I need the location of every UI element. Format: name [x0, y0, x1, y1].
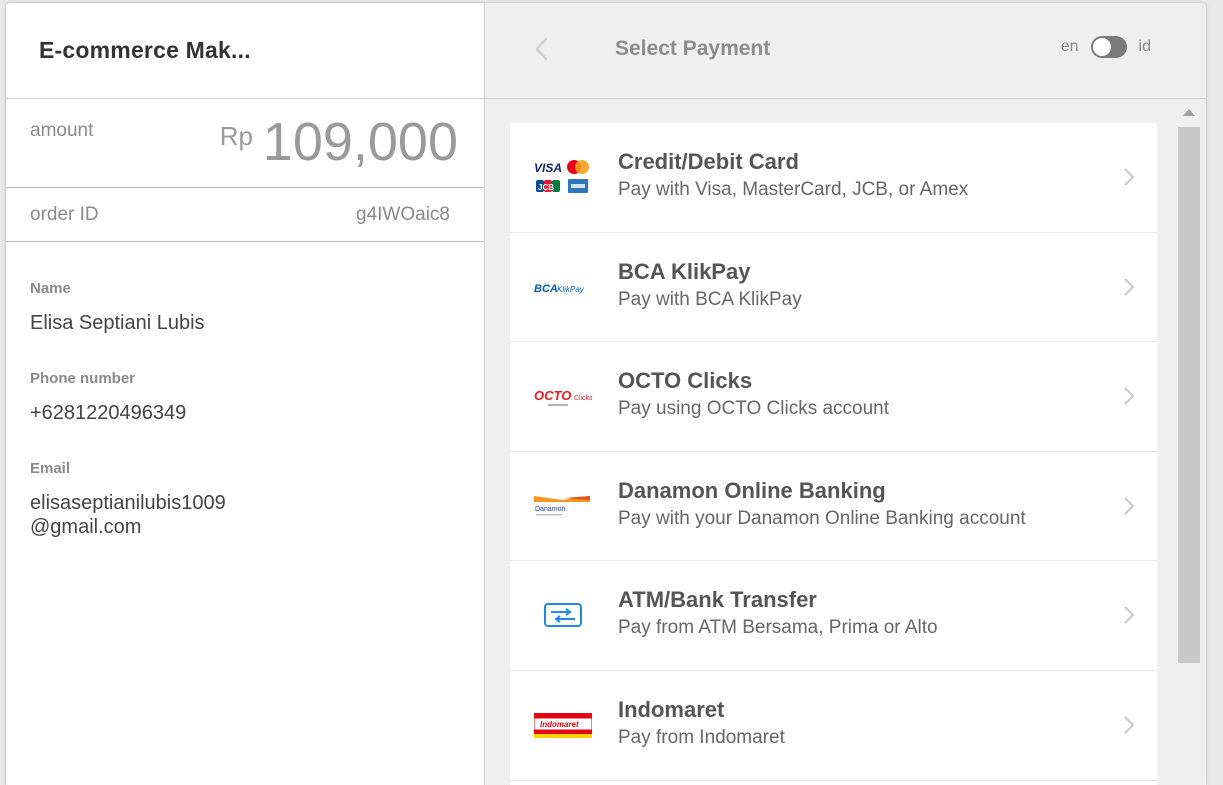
- order-id-row: order ID g4IWOaic8: [6, 188, 484, 242]
- chevron-right-icon: [1124, 716, 1135, 734]
- chevron-right-icon: [1124, 387, 1135, 405]
- payment-option-octo-clicks[interactable]: OCTO Clicks OCTO Clicks Pay using OCTO C…: [510, 342, 1157, 452]
- back-chevron-icon[interactable]: [532, 33, 552, 65]
- payment-method-list: VISA JCB Credit/Debit Card Pay with Visa…: [510, 123, 1157, 785]
- svg-text:Indomaret: Indomaret: [540, 720, 579, 729]
- payment-option-danamon[interactable]: Danamon Danamon Online Banking Pay with …: [510, 452, 1157, 562]
- scrollbar-thumb[interactable]: [1178, 127, 1200, 663]
- customer-phone: +6281220496349: [30, 402, 187, 424]
- octo-clicks-logo: OCTO Clicks: [534, 376, 592, 416]
- payment-option-desc: Pay with BCA KlikPay: [618, 288, 802, 310]
- amount-row: amount Rp 109,000: [6, 99, 484, 188]
- payment-option-bca-klikpay[interactable]: BCA KlikPay BCA KlikPay Pay with BCA Kli…: [510, 233, 1157, 343]
- payment-option-desc: Pay using OCTO Clicks account: [618, 398, 890, 420]
- page-title: Select Payment: [615, 37, 771, 60]
- svg-text:Danamon: Danamon: [535, 506, 565, 513]
- chevron-right-icon: [1124, 168, 1135, 186]
- toggle-knob: [1092, 38, 1111, 56]
- payment-option-partial[interactable]: [510, 781, 1157, 785]
- lang-id-label[interactable]: id: [1139, 38, 1151, 56]
- amount-label: amount: [30, 120, 94, 141]
- payment-option-title: Indomaret: [618, 696, 725, 722]
- scrollbar[interactable]: [1178, 99, 1200, 785]
- payment-option-title: Danamon Online Banking: [618, 477, 886, 503]
- payment-option-desc: Pay with Visa, MasterCard, JCB, or Amex: [618, 179, 969, 200]
- payment-option-title: Credit/Debit Card: [618, 149, 799, 174]
- payment-option-title: BCA KlikPay: [618, 258, 751, 284]
- customer-details: Name Elisa Septiani Lubis Phone number +…: [6, 242, 484, 539]
- amount-value: 109,000: [262, 112, 458, 172]
- email-label: Email: [30, 460, 71, 477]
- chevron-right-icon: [1124, 277, 1135, 296]
- indomaret-logo: Indomaret: [534, 705, 592, 745]
- payment-window: E-commerce Mak... amount Rp 109,000 orde…: [6, 3, 1206, 785]
- payment-option-title: OCTO Clicks: [618, 368, 753, 394]
- danamon-logo: Danamon: [534, 486, 592, 526]
- customer-name: Elisa Septiani Lubis: [30, 312, 205, 334]
- order-id-label: order ID: [30, 204, 99, 225]
- amount-currency: Rp: [219, 121, 253, 151]
- payment-option-indomaret[interactable]: Indomaret Indomaret Pay from Indomaret: [510, 671, 1157, 781]
- scroll-up-arrow-icon[interactable]: [1183, 109, 1195, 116]
- svg-text:Clicks: Clicks: [574, 395, 592, 402]
- merchant-header: E-commerce Mak...: [6, 3, 484, 99]
- svg-text:JCB: JCB: [538, 183, 554, 192]
- chevron-right-icon: [1124, 497, 1135, 515]
- payment-header: Select Payment en id: [485, 3, 1206, 99]
- payment-option-credit-card[interactable]: VISA JCB Credit/Debit Card Pay with Visa…: [510, 123, 1157, 233]
- order-summary-panel: E-commerce Mak... amount Rp 109,000 orde…: [6, 3, 485, 785]
- bca-klikpay-logo: BCA KlikPay: [534, 267, 592, 307]
- payment-option-desc: Pay from Indomaret: [618, 726, 785, 748]
- card-brands-logo: VISA JCB: [534, 157, 592, 197]
- svg-text:VISA: VISA: [534, 161, 562, 175]
- payment-option-title: ATM/Bank Transfer: [618, 587, 817, 613]
- language-toggle[interactable]: [1090, 36, 1127, 58]
- bank-transfer-icon: [534, 595, 592, 635]
- payment-option-bank-transfer[interactable]: ATM/Bank Transfer Pay from ATM Bersama, …: [510, 561, 1157, 671]
- svg-text:BCA: BCA: [534, 283, 558, 295]
- svg-text:OCTO: OCTO: [534, 388, 571, 403]
- payment-option-desc: Pay with your Danamon Online Banking acc…: [618, 507, 1026, 529]
- phone-label: Phone number: [30, 370, 136, 387]
- svg-text:KlikPay: KlikPay: [557, 285, 585, 294]
- payment-list-area: VISA JCB Credit/Debit Card Pay with Visa…: [485, 99, 1206, 785]
- chevron-right-icon: [1124, 606, 1135, 625]
- customer-email: elisaseptianilubis1009@gmail.com: [30, 492, 226, 538]
- payment-panel: Select Payment en id VISA JCB Credit/Deb…: [485, 3, 1206, 785]
- order-id-value: g4IWOaic8: [356, 204, 450, 225]
- language-switch: en id: [1061, 36, 1151, 58]
- payment-option-desc: Pay from ATM Bersama, Prima or Alto: [618, 617, 938, 639]
- merchant-name: E-commerce Mak...: [39, 37, 251, 63]
- name-label: Name: [30, 280, 71, 297]
- lang-en-label[interactable]: en: [1061, 38, 1079, 56]
